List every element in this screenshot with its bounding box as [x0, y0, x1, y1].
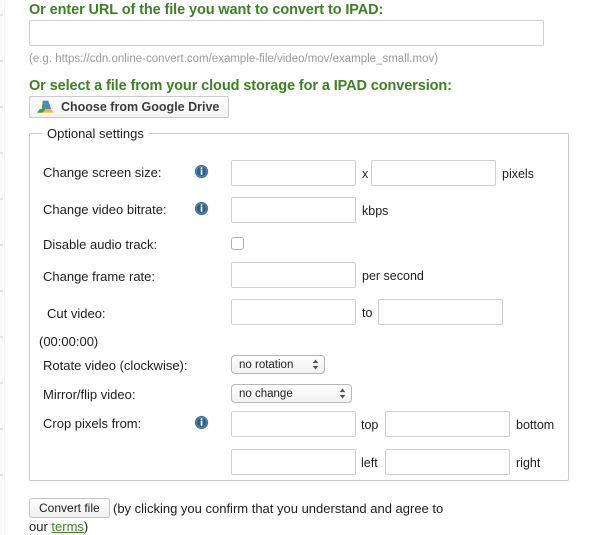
convert-file-button[interactable]: Convert file [29, 498, 110, 518]
google-drive-button-label: Choose from Google Drive [61, 100, 220, 114]
terms-link[interactable]: terms [51, 519, 84, 534]
cut-video-separator: to [362, 306, 373, 320]
video-bitrate-unit: kbps [362, 204, 389, 218]
video-bitrate-input[interactable] [231, 197, 356, 223]
screen-size-separator: x [362, 167, 369, 181]
crop-left-unit: left [361, 456, 378, 470]
label-change-frame-rate: Change frame rate: [43, 269, 156, 284]
label-disable-audio-track: Disable audio track: [43, 237, 158, 252]
frame-rate-unit: per second [362, 269, 424, 283]
rotate-video-select[interactable]: no rotation [231, 355, 325, 374]
consent-line-2: our terms) [29, 518, 88, 535]
url-input[interactable] [29, 20, 544, 46]
choose-from-google-drive-button[interactable]: Choose from Google Drive [29, 96, 230, 118]
frame-rate-input[interactable] [231, 262, 356, 288]
google-drive-icon [37, 100, 54, 115]
conversion-form-page: Or enter URL of the file you want to con… [0, 0, 600, 535]
consent-text: (by clicking you confirm that you unders… [29, 500, 533, 534]
chevron-updown-icon [311, 358, 320, 371]
label-rotate-video: Rotate video (clockwise): [43, 358, 188, 373]
screen-width-input[interactable] [231, 160, 356, 186]
cut-video-from-input[interactable] [231, 299, 356, 325]
mirror-flip-video-select[interactable]: no change [231, 384, 352, 403]
screen-size-unit: pixels [502, 167, 534, 181]
crop-bottom-input[interactable] [385, 411, 510, 437]
crop-bottom-unit: bottom [516, 418, 555, 432]
consent-line-1: (by clicking you confirm that you unders… [113, 501, 444, 516]
label-crop-pixels-from: Crop pixels from: [43, 416, 142, 431]
page-left-gutter [0, 0, 5, 535]
screen-height-input[interactable] [371, 160, 496, 186]
label-cut-video: Cut video: [47, 306, 106, 321]
crop-right-unit: right [516, 456, 541, 470]
mirror-flip-selected-value: no change [239, 387, 293, 400]
cut-video-to-input[interactable] [378, 299, 503, 325]
label-change-video-bitrate: Change video bitrate: [43, 202, 167, 217]
convert-file-button-label: Convert file [39, 501, 100, 515]
label-change-screen-size: Change screen size: [43, 165, 162, 180]
consent-line-2-prefix: our [29, 519, 52, 534]
cloud-section-heading: Or select a file from your cloud storage… [29, 78, 452, 94]
url-example-hint: (e.g. https://cdn.online-convert.com/exa… [29, 53, 439, 65]
optional-settings-fieldset: Optional settings Change screen size: x … [29, 126, 569, 481]
url-section-heading: Or enter URL of the file you want to con… [29, 2, 384, 18]
crop-top-unit: top [361, 418, 379, 432]
info-icon[interactable] [194, 415, 209, 430]
crop-left-input[interactable] [231, 449, 356, 475]
label-mirror-flip-video: Mirror/flip video: [43, 387, 136, 402]
crop-top-input[interactable] [231, 411, 356, 437]
chevron-updown-icon [338, 387, 347, 400]
rotate-video-selected-value: no rotation [239, 358, 294, 371]
optional-settings-legend: Optional settings [42, 126, 149, 141]
consent-line-2-suffix: ) [83, 519, 89, 534]
info-icon[interactable] [194, 201, 209, 216]
disable-audio-track-checkbox[interactable] [231, 237, 244, 250]
info-icon[interactable] [194, 164, 209, 179]
crop-right-input[interactable] [385, 449, 510, 475]
cut-video-format-hint: (00:00:00) [39, 334, 99, 349]
